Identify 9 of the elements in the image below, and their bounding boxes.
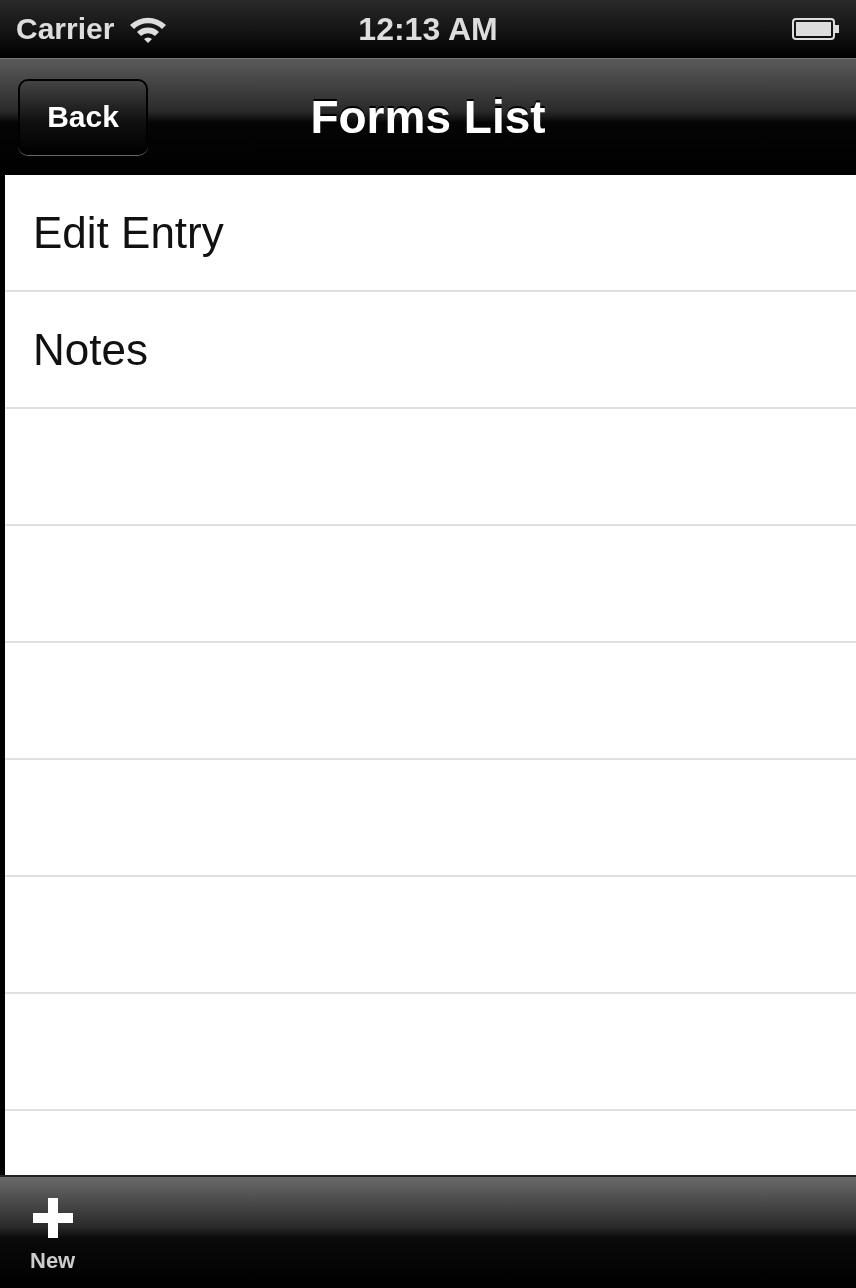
nav-title: Forms List xyxy=(310,90,546,144)
new-button[interactable]: New xyxy=(22,1177,84,1288)
list-row[interactable]: Notes xyxy=(5,292,856,409)
back-button[interactable]: Back xyxy=(18,79,148,155)
battery-icon xyxy=(792,17,840,41)
list-row[interactable]: Edit Entry xyxy=(5,175,856,292)
plus-icon xyxy=(30,1196,75,1240)
status-time: 12:13 AM xyxy=(358,10,498,48)
carrier-name: Carrier xyxy=(16,12,115,46)
